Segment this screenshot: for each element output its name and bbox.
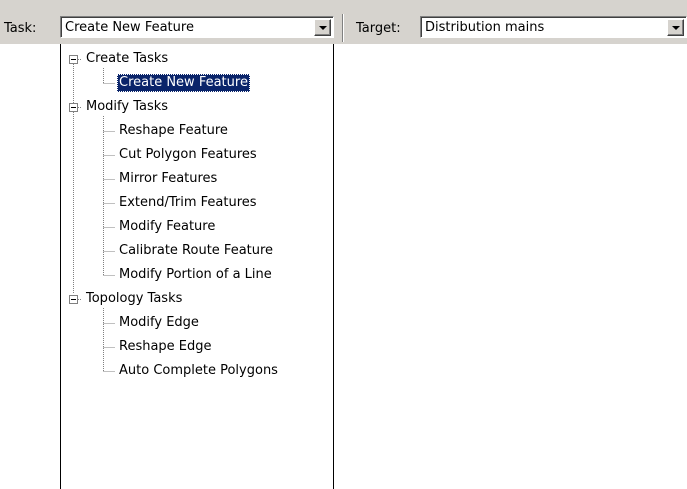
tree-item-modify-portion-of-a-line[interactable]: Modify Portion of a Line <box>117 266 274 284</box>
tree-item-mirror-features[interactable]: Mirror Features <box>117 170 219 188</box>
target-combobox[interactable]: Distribution mains <box>420 16 687 38</box>
collapse-group-icon[interactable] <box>69 55 78 64</box>
toolbar-separator <box>342 14 343 42</box>
dropdown-arrow-icon <box>672 26 680 30</box>
collapse-group-icon[interactable] <box>69 103 78 112</box>
tree-item-modify-edge[interactable]: Modify Edge <box>117 314 201 332</box>
tree-item-reshape-edge[interactable]: Reshape Edge <box>117 338 214 356</box>
target-combobox-value: Distribution mains <box>425 20 545 35</box>
collapse-group-icon[interactable] <box>69 295 78 304</box>
task-label: Task: <box>4 21 37 36</box>
task-combobox-value: Create New Feature <box>65 20 194 35</box>
tree-group-topology-tasks[interactable]: Topology Tasks <box>84 290 184 308</box>
tree-item-auto-complete-polygons[interactable]: Auto Complete Polygons <box>117 362 280 380</box>
task-dropdown-list[interactable]: Create Tasks Create New Feature Modify Tas… <box>60 44 334 489</box>
target-label: Target: <box>356 21 401 36</box>
task-dropdown-button[interactable] <box>314 19 331 36</box>
dropdown-arrow-icon <box>319 26 327 30</box>
tree-item-cut-polygon-features[interactable]: Cut Polygon Features <box>117 146 259 164</box>
tree-item-calibrate-route-feature[interactable]: Calibrate Route Feature <box>117 242 275 260</box>
tree-item-reshape-feature[interactable]: Reshape Feature <box>117 122 230 140</box>
tree-item-modify-feature[interactable]: Modify Feature <box>117 218 217 236</box>
tree-item-extend-trim-features[interactable]: Extend/Trim Features <box>117 194 259 212</box>
tree-group-modify-tasks[interactable]: Modify Tasks <box>84 98 170 116</box>
tree-item-create-new-feature[interactable]: Create New Feature <box>117 74 250 92</box>
task-combobox[interactable]: Create New Feature <box>60 16 334 38</box>
target-dropdown-button[interactable] <box>667 19 684 36</box>
tree-group-create-tasks[interactable]: Create Tasks <box>84 50 170 68</box>
editor-toolbar: Task: Create New Feature Target: Distrib… <box>0 0 687 44</box>
